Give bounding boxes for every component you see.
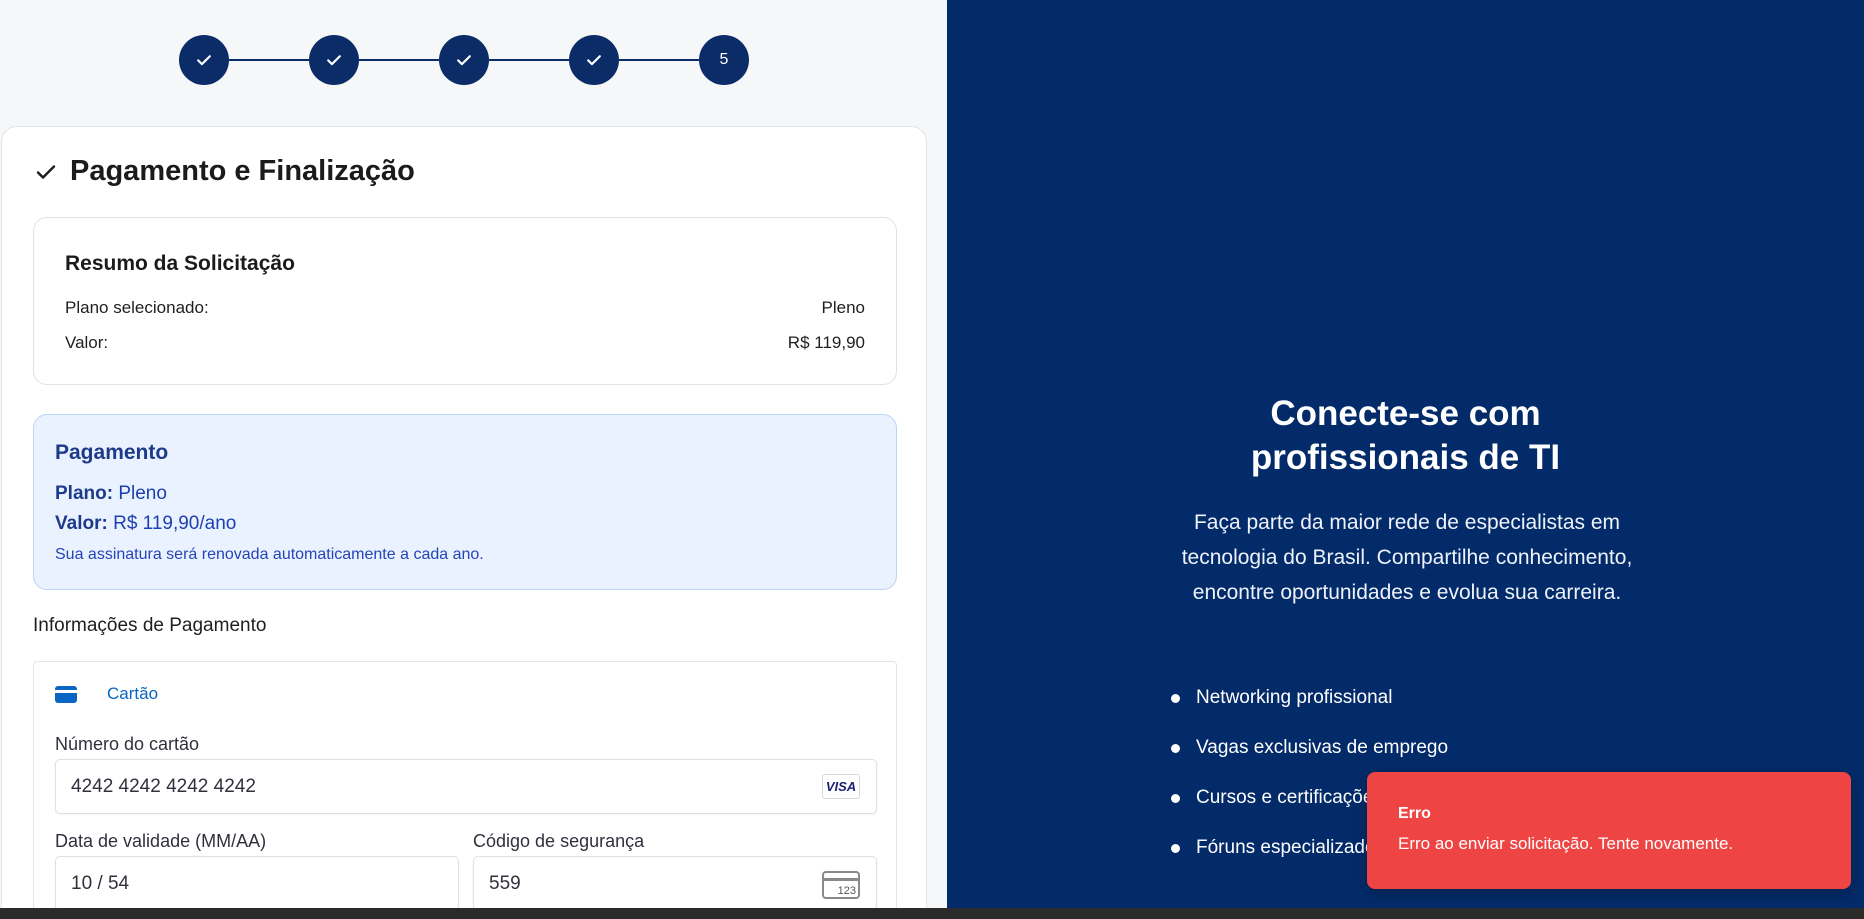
- card-payment-form: Cartão Número do cartão 4242 4242 4242 4…: [33, 661, 897, 908]
- summary-value-value: R$ 119,90: [787, 333, 865, 352]
- payment-plan-value: Pleno: [118, 483, 167, 504]
- step-2-completed: [309, 35, 359, 85]
- tab-card-label: Cartão: [107, 684, 159, 703]
- card-number-input[interactable]: 4242 4242 4242 4242 VISA: [55, 759, 877, 814]
- check-icon: [587, 55, 601, 66]
- payment-value-line: Valor: R$ 119,90/ano: [55, 513, 236, 535]
- form-panel: 5 Pagamento e Finalização Resumo da Soli…: [0, 0, 947, 908]
- summary-plan-label: Plano selecionado:: [65, 298, 209, 317]
- payment-value-label: Valor:: [55, 513, 108, 534]
- cvc-icon-text: 123: [837, 885, 856, 897]
- progress-stepper: 5: [179, 35, 749, 85]
- payment-card: Pagamento e Finalização Resumo da Solici…: [1, 126, 927, 908]
- error-toast[interactable]: Erro Erro ao enviar solicitação. Tente n…: [1367, 772, 1851, 889]
- cvc-card-icon: 123: [822, 871, 860, 899]
- tab-card[interactable]: Cartão: [55, 684, 158, 704]
- check-icon: [197, 55, 211, 66]
- card-number-value: 4242 4242 4242 4242: [71, 775, 256, 797]
- step-connector: [489, 59, 569, 61]
- expiry-value: 10 / 54: [71, 872, 130, 894]
- payment-value-value: R$ 119,90/ano: [113, 513, 237, 534]
- payment-info-box: Pagamento Plano: Pleno Valor: R$ 119,90/…: [33, 414, 897, 590]
- payment-info-title: Informações de Pagamento: [33, 615, 267, 636]
- request-summary: Resumo da Solicitação Plano selecionado:…: [33, 217, 897, 385]
- expiry-label: Data de validade (MM/AA): [55, 831, 267, 851]
- cvc-input[interactable]: 559 123: [473, 856, 877, 908]
- step-3-completed: [439, 35, 489, 85]
- step-number: 5: [719, 51, 729, 68]
- payment-plan-line: Plano: Pleno: [55, 483, 167, 505]
- visa-icon: VISA: [822, 774, 860, 799]
- hero-title-line-2: profissionais de TI: [1250, 438, 1561, 477]
- step-connector: [229, 59, 309, 61]
- step-connector: [359, 59, 439, 61]
- section-title: Pagamento e Finalização: [34, 155, 415, 188]
- summary-value-label: Valor:: [65, 333, 109, 352]
- step-connector: [619, 59, 699, 61]
- hero-title-line-1: Conecte-se com: [1270, 394, 1541, 433]
- step-1-completed: [179, 35, 229, 85]
- step-4-completed: [569, 35, 619, 85]
- payment-plan-label: Plano:: [55, 483, 114, 504]
- cvc-value: 559: [489, 872, 521, 894]
- summary-plan-value: Pleno: [821, 298, 865, 317]
- cvc-label: Código de segurança: [473, 831, 645, 851]
- step-5-current: 5: [699, 35, 749, 85]
- hero-title: Conecte-se com profissionais de TI: [947, 392, 1864, 480]
- toast-title: Erro: [1398, 805, 1431, 822]
- section-title-text: Pagamento e Finalização: [70, 155, 415, 187]
- summary-row-value: Valor: R$ 119,90: [65, 333, 865, 353]
- feature-item: Networking profissional: [1169, 681, 1448, 731]
- expiry-input[interactable]: 10 / 54: [55, 856, 459, 908]
- payment-box-title: Pagamento: [55, 441, 169, 464]
- check-icon: [457, 55, 471, 66]
- check-icon: [327, 55, 341, 66]
- toast-message: Erro ao enviar solicitação. Tente novame…: [1398, 834, 1734, 853]
- check-icon: [36, 164, 56, 179]
- summary-row-plan: Plano selecionado: Pleno: [65, 298, 865, 318]
- bottom-bar: [0, 908, 1864, 919]
- renewal-note: Sua assinatura será renovada automaticam…: [55, 546, 484, 563]
- card-number-label: Número do cartão: [55, 734, 200, 754]
- credit-card-icon: [55, 685, 77, 703]
- hero-description: Faça parte da maior rede de especialista…: [1181, 511, 1633, 604]
- summary-title: Resumo da Solicitação: [65, 252, 295, 275]
